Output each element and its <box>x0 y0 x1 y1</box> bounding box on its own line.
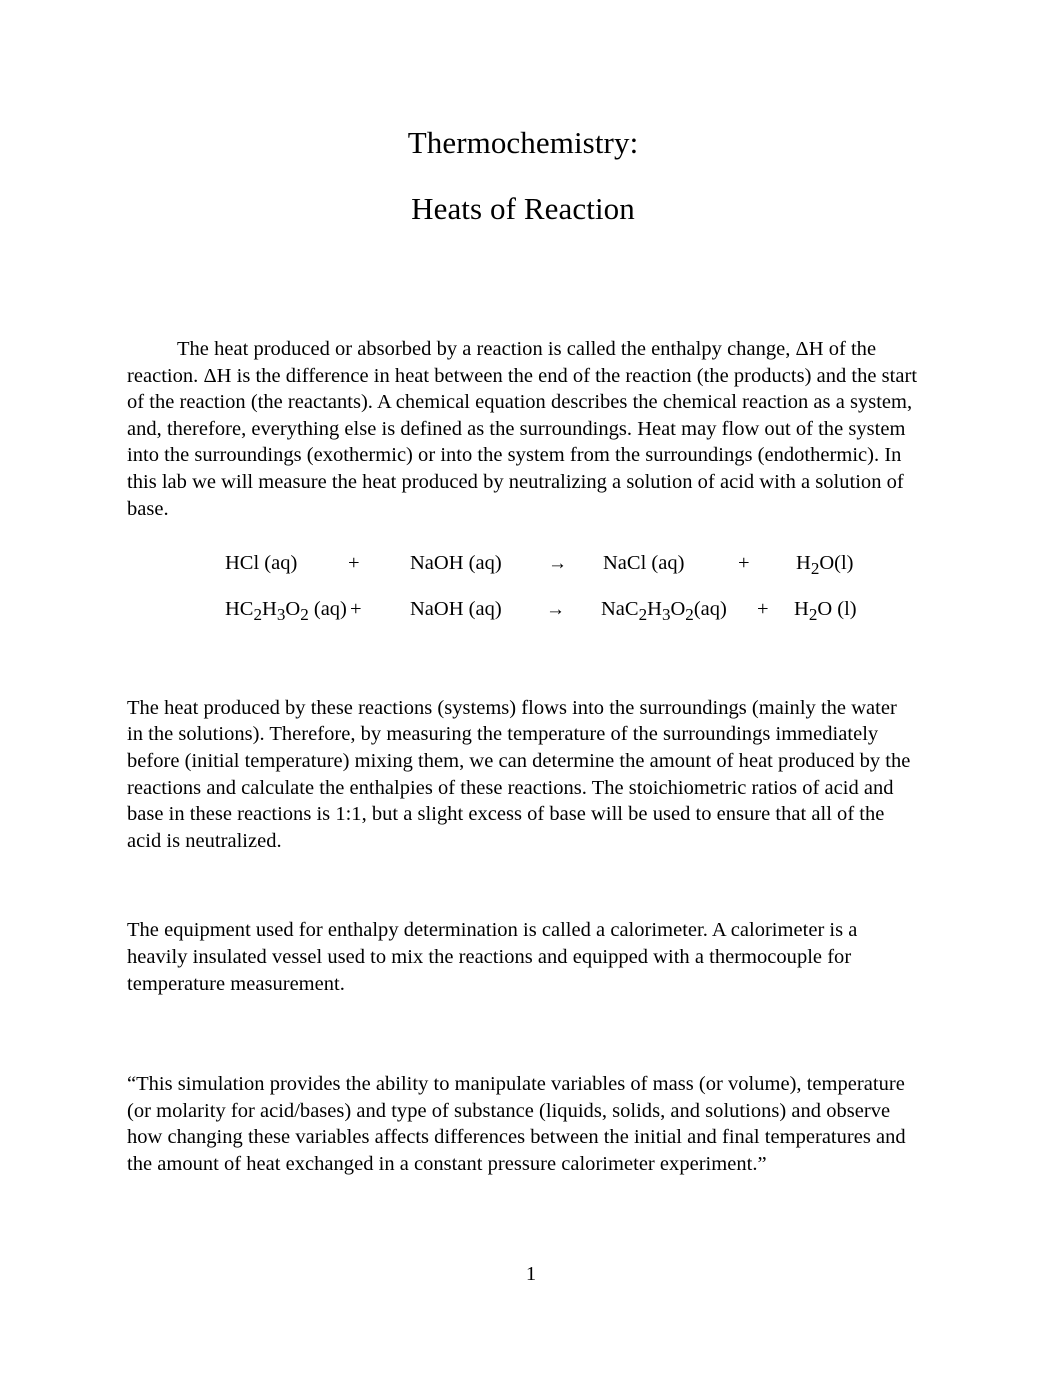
equation-2-product-2: H2O (l) <box>794 597 857 624</box>
paragraph-simulation-quote: “This simulation provides the ability to… <box>127 1073 906 1175</box>
equation-1-product-1: NaCl (aq) <box>603 551 685 574</box>
title-line-secondary: Heats of Reaction <box>411 191 635 226</box>
equation-row-1: HCl (aq) + NaOH (aq) → NaCl (aq) + H2O(l… <box>127 543 919 589</box>
chemical-equations: HCl (aq) + NaOH (aq) → NaCl (aq) + H2O(l… <box>127 543 919 635</box>
equation-2-reactant-1: HC2H3O2 (aq) <box>225 597 347 624</box>
equation-2-plus-1: + <box>350 597 362 620</box>
equation-2-plus-2: + <box>757 597 769 620</box>
page-number: 1 <box>525 1263 537 1285</box>
equation-2-product-1: NaC2H3O2(aq) <box>601 597 727 624</box>
page-footer: 1 <box>0 1262 1062 1286</box>
equation-2-arrow-icon: → <box>546 598 565 620</box>
paragraph-heat-flow: The heat produced by these reactions (sy… <box>127 696 911 852</box>
document-title: Thermochemistry: Heats of Reaction <box>127 0 919 233</box>
equation-1-arrow-icon: → <box>548 552 567 574</box>
title-line-primary: Thermochemistry: <box>407 125 639 160</box>
document-content: Thermochemistry: Heats of Reaction The h… <box>127 0 919 1198</box>
equation-1-plus-1: + <box>348 551 360 574</box>
equation-2-reactant-2: NaOH (aq) <box>410 597 502 620</box>
equation-1-reactant-2: NaOH (aq) <box>410 551 502 574</box>
equation-1-reactant-1: HCl (aq) <box>225 551 298 574</box>
equation-1-plus-2: + <box>738 551 750 574</box>
equation-row-2: HC2H3O2 (aq) + NaOH (aq) → NaC2H3O2(aq) … <box>127 589 919 635</box>
document-page: Thermochemistry: Heats of Reaction The h… <box>0 0 1062 1377</box>
equation-1-product-2: H2O(l) <box>796 551 854 578</box>
paragraph-calorimeter: The equipment used for enthalpy determin… <box>127 919 858 995</box>
paragraph-intro: The heat produced or absorbed by a react… <box>127 338 918 520</box>
